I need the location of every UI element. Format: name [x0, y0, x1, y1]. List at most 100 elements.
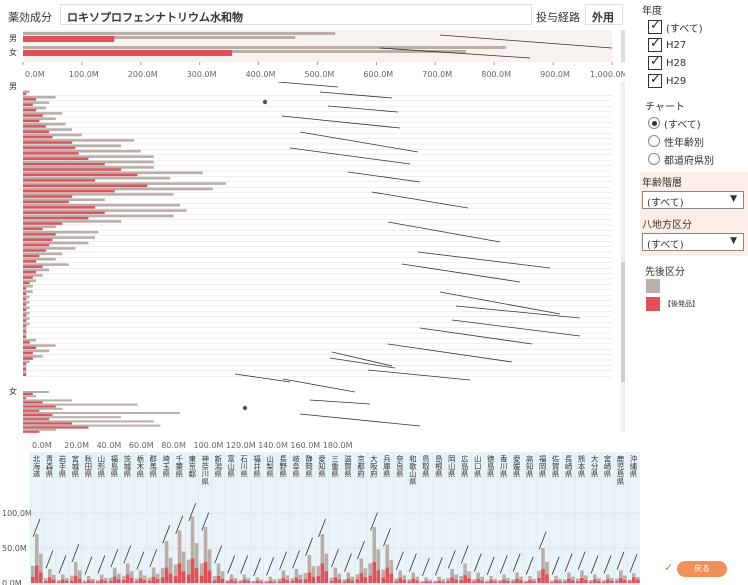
bar-total — [23, 144, 122, 148]
radio-icon[interactable] — [648, 117, 660, 129]
chart-option-all[interactable]: (すべて) — [648, 114, 714, 132]
bar-generic — [502, 579, 506, 583]
bar-generic — [537, 578, 541, 583]
bar-generic — [298, 579, 303, 583]
bar-generic — [407, 581, 411, 583]
bar-generic — [23, 114, 43, 117]
bar-generic — [23, 298, 27, 301]
gender-age-chart[interactable]: 男女 0.0M 20.0M 40.0M 60.0M 80.0M 100.0M 120.0M 14… — [0, 82, 625, 452]
dropdown-arrow-icon: ▼ — [730, 194, 737, 204]
bar-generic — [23, 265, 43, 268]
bar-generic — [225, 581, 230, 583]
bar-generic — [23, 163, 105, 166]
bar-generic — [31, 576, 35, 583]
checkbox-icon[interactable] — [648, 54, 662, 70]
bar-generic — [69, 580, 74, 583]
bar-generic — [541, 569, 545, 583]
bar-generic — [23, 103, 33, 106]
bar-generic — [23, 414, 53, 416]
bar-generic — [216, 576, 221, 583]
bar-total — [23, 424, 161, 427]
tick-label: 100.0M — [194, 441, 224, 450]
bar-generic — [307, 572, 312, 583]
bar-generic — [350, 580, 355, 583]
prefecture-chart[interactable]: 100.0M 50.0M 0.0M 北海道 青森県 岩手県 宮城県 秋田県 山形県 福島県 茨城県栃… — [0, 452, 642, 585]
bar-total — [23, 247, 76, 250]
prefecture-label: 富山県 — [226, 454, 235, 479]
year-option-h27[interactable]: H27 — [648, 36, 703, 54]
prefecture-label: 茨城県 — [123, 454, 132, 479]
chart-option-age[interactable]: 性年齢別 — [648, 132, 714, 150]
bar-total — [23, 365, 27, 369]
bar-generic — [23, 303, 27, 306]
bar-generic — [394, 581, 399, 583]
prefecture-label: 佐賀県 — [551, 454, 560, 479]
bar-generic — [493, 581, 497, 583]
bar-generic — [23, 222, 63, 225]
checkbox-icon[interactable] — [648, 72, 662, 88]
bar-generic — [23, 335, 27, 339]
bar-total — [23, 149, 141, 153]
ingredient-value[interactable]: ロキソプロフェンナトリウム水和物 — [60, 4, 532, 25]
tick-label: 1,000.0M — [590, 70, 625, 79]
checkbox-icon[interactable] — [648, 18, 662, 34]
bar-generic — [420, 582, 424, 583]
checkbox-icon[interactable] — [648, 36, 662, 52]
bar-generic — [23, 227, 43, 231]
bar-generic — [376, 570, 381, 583]
region-dropdown-value: (すべて) — [647, 240, 684, 251]
bar-generic — [441, 581, 445, 583]
region-dropdown[interactable]: (すべて) ▼ — [642, 233, 744, 251]
bar-generic — [23, 98, 37, 101]
trend-point — [242, 405, 248, 411]
prefecture-label: 山形県 — [97, 454, 106, 479]
bar-generic — [121, 580, 126, 583]
prefecture-label: 宮城県 — [71, 454, 80, 479]
radio-icon[interactable] — [648, 135, 660, 147]
bar-generic — [177, 563, 182, 583]
age-filter: 年齢階層 (すべて) ▼ — [640, 172, 748, 214]
year-option-all[interactable]: (すべて) — [648, 18, 703, 36]
chart-option-prefecture[interactable]: 都道府県別 — [648, 150, 714, 168]
bar-generic — [385, 567, 390, 583]
bar-generic — [593, 579, 597, 583]
bar-generic — [277, 581, 282, 583]
bar-generic — [23, 109, 37, 112]
age-dropdown-value: (すべて) — [647, 198, 684, 209]
bar-generic — [160, 577, 165, 583]
bar-generic — [23, 426, 89, 429]
radio-icon[interactable] — [648, 153, 660, 165]
prefecture-label: 愛媛県 — [512, 454, 521, 479]
bar-total — [23, 371, 27, 374]
gender-total-chart[interactable]: 男女 0.0M 100.0M 200.0M 300.0M 400.0M 500.0M 600.… — [0, 30, 625, 82]
bar-generic — [23, 168, 122, 171]
legend-item-generic[interactable]: 【後発品】 — [646, 296, 699, 312]
bar-total — [23, 355, 43, 358]
bar-generic — [207, 570, 212, 583]
bar-generic — [23, 200, 69, 204]
year-option-h28[interactable]: H28 — [648, 54, 703, 72]
prefecture-label: 青森県 — [45, 454, 54, 479]
year-option-h29[interactable]: H29 — [648, 72, 703, 90]
bar-generic — [43, 581, 48, 583]
age-dropdown[interactable]: (すべて) ▼ — [642, 191, 744, 209]
bar-generic — [23, 136, 53, 139]
back-button[interactable]: 戻る — [677, 561, 727, 577]
row-label: 女 — [9, 47, 17, 57]
bar-total — [23, 241, 89, 245]
prefecture-label: 愛知県 — [317, 454, 326, 479]
prefecture-label: 福岡県 — [538, 455, 547, 479]
legend-item-brand[interactable] — [646, 278, 699, 294]
tick-label: 40.0M — [97, 441, 122, 450]
bar-generic — [363, 577, 368, 583]
route-value[interactable]: 外用 — [585, 4, 623, 25]
bar-generic — [23, 141, 73, 144]
bar-total — [23, 220, 122, 223]
bar-generic — [190, 558, 195, 583]
bar-generic — [168, 573, 173, 583]
legend-label: 【後発品】 — [664, 300, 699, 308]
bar-generic — [116, 579, 121, 583]
bar-generic — [151, 576, 156, 583]
chart-option-label: 性年齢別 — [664, 137, 704, 149]
tick-label: 300.0M — [187, 70, 217, 79]
